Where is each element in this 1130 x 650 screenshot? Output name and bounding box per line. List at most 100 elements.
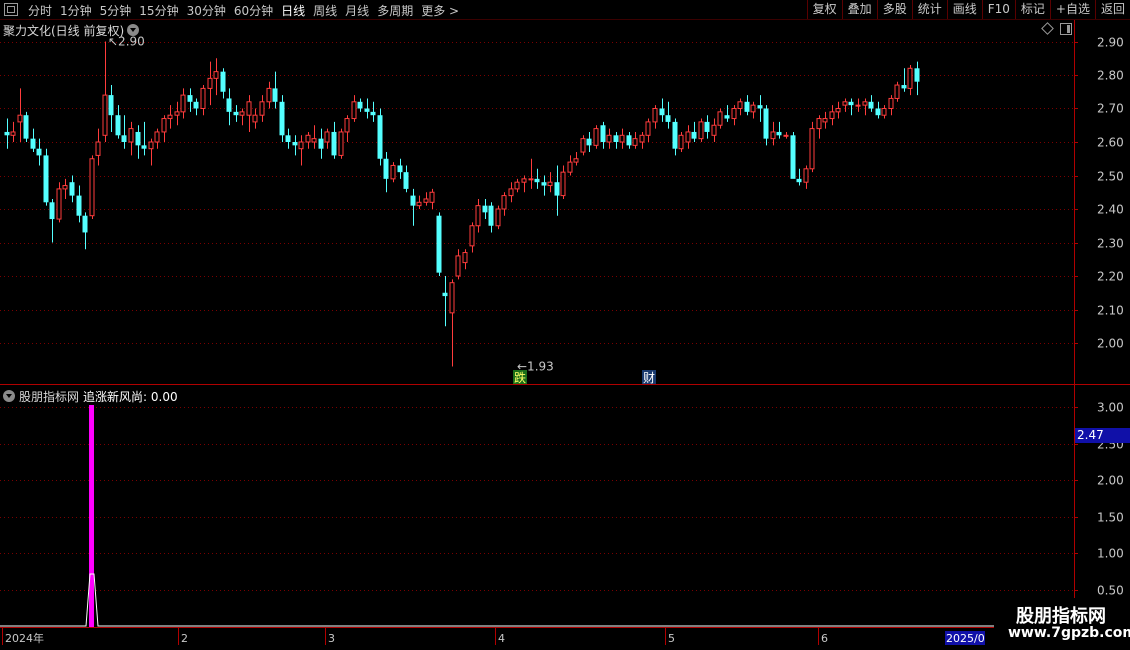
dropdown-icon[interactable] (3, 390, 15, 402)
event-marker-die: 跌 (514, 370, 526, 385)
candle-body-down (776, 131, 782, 136)
candle-body-up (652, 108, 658, 123)
indicator-tick-label: 2.00 (1097, 474, 1124, 488)
candle-body-up (888, 97, 894, 109)
candle-body-down (410, 195, 416, 206)
candle-body-down (659, 108, 665, 116)
candle-body-up (606, 134, 612, 143)
candle-body-up (102, 94, 108, 136)
candle-body-up (161, 118, 167, 133)
scrollbar-toggle-icon[interactable] (1060, 23, 1072, 35)
candle-body-down (121, 135, 127, 142)
candle-body-down (403, 172, 409, 189)
candle-body-down (488, 205, 494, 226)
candle-body-up (128, 128, 134, 143)
price-tick-label: 2.60 (1097, 136, 1124, 150)
candle-body-up (803, 168, 809, 183)
price-tick-label: 2.10 (1097, 304, 1124, 318)
indicator-tick-label: 3.00 (1097, 401, 1124, 415)
candle-body-down (757, 105, 763, 109)
indicator-line-label: 追涨新风尚: (83, 390, 148, 404)
candle-body-up (338, 131, 344, 156)
candle-body-up (200, 87, 206, 110)
candle-body-down (796, 178, 802, 183)
signal-bar (89, 405, 94, 627)
candle-body-up (416, 201, 422, 207)
candle-body-down (383, 158, 389, 179)
date-label: 2 (181, 632, 188, 645)
candle-body-down (724, 115, 730, 119)
candle-body-up (56, 188, 62, 220)
candle-body-up (462, 252, 468, 264)
indicator-line (0, 573, 1074, 627)
current-price-tag: 2.47 (1075, 428, 1130, 443)
candle-body-up (645, 121, 651, 136)
candle-body-up (390, 164, 396, 180)
candle-body-down (272, 88, 278, 102)
candle-body-down (36, 148, 42, 156)
candle-body-up (213, 71, 219, 79)
candle-body-down (875, 108, 881, 116)
candle-body-down (226, 98, 232, 112)
candle-body-up (455, 255, 461, 277)
kline-chart[interactable]: 2.90 2.80 2.70 2.60 2.50 2.40 2.30 2.20 2.10 2.00… (0, 0, 1130, 650)
indicator-line-value: 0.00 (150, 390, 178, 404)
date-label: 5 (668, 632, 675, 645)
indicator-name: 股朋指标网 (19, 390, 80, 404)
price-tick-label: 2.40 (1097, 203, 1124, 217)
candle-body-up (750, 104, 756, 113)
date-cursor-label: 2025/0 (946, 632, 985, 645)
candle-body-down (187, 95, 193, 102)
candle-body-up (305, 134, 311, 143)
event-marker-cai: 财 (643, 371, 655, 385)
dropdown-icon[interactable] (127, 24, 140, 36)
candle-body-down (193, 101, 199, 109)
candle-body-up (580, 138, 586, 153)
candle-body-up (475, 205, 481, 227)
candle-body-down (672, 121, 678, 149)
candle-body-up (698, 121, 704, 140)
candle-body-up (816, 118, 822, 130)
candle-body-down (744, 101, 750, 112)
candle-body-up (685, 131, 691, 143)
price-tick-label: 2.90 (1097, 36, 1124, 50)
candle-body-up (862, 101, 868, 106)
candle-body-up (770, 131, 776, 140)
candle-body-down (541, 182, 547, 186)
candle-body-down (600, 125, 606, 142)
candle-body-up (148, 141, 154, 150)
candle-body-up (573, 158, 579, 163)
candle-body-up (311, 138, 317, 143)
candle-body-down (233, 111, 239, 116)
candle-body-up (829, 111, 835, 120)
candle-body-down (370, 111, 376, 116)
date-label: 4 (498, 632, 505, 645)
candle-body-up (711, 124, 717, 136)
candle-body-up (17, 114, 23, 123)
candle-body-down (901, 85, 907, 89)
candle-body-up (449, 282, 455, 314)
candle-body-down (43, 155, 49, 203)
candle-body-down (364, 108, 370, 112)
candle-body-up (351, 101, 357, 120)
price-tick-label: 2.00 (1097, 337, 1124, 351)
candle-body-up (259, 101, 265, 116)
candle-body-down (141, 145, 147, 149)
candle-body-down (23, 115, 29, 139)
candle-body-up (298, 141, 304, 150)
indicator-tick-label: 1.00 (1097, 547, 1124, 561)
candle-body-up (842, 101, 848, 106)
candle-body-up (835, 108, 841, 113)
candle-body-down (868, 101, 874, 109)
candle-body-up (495, 208, 501, 227)
candle-body-up (809, 128, 815, 170)
candle-body-down (914, 68, 920, 82)
candle-body-down (49, 202, 55, 220)
candle-body-up (731, 108, 737, 120)
candle-body-down (665, 115, 671, 122)
candle-body-up (501, 195, 507, 210)
candle-body-up (469, 225, 475, 247)
candle-body-down (82, 215, 88, 233)
stock-title: 聚力文化(日线 前复权) (3, 24, 125, 38)
watermark-url: www.7gpzb.com (1008, 625, 1130, 641)
